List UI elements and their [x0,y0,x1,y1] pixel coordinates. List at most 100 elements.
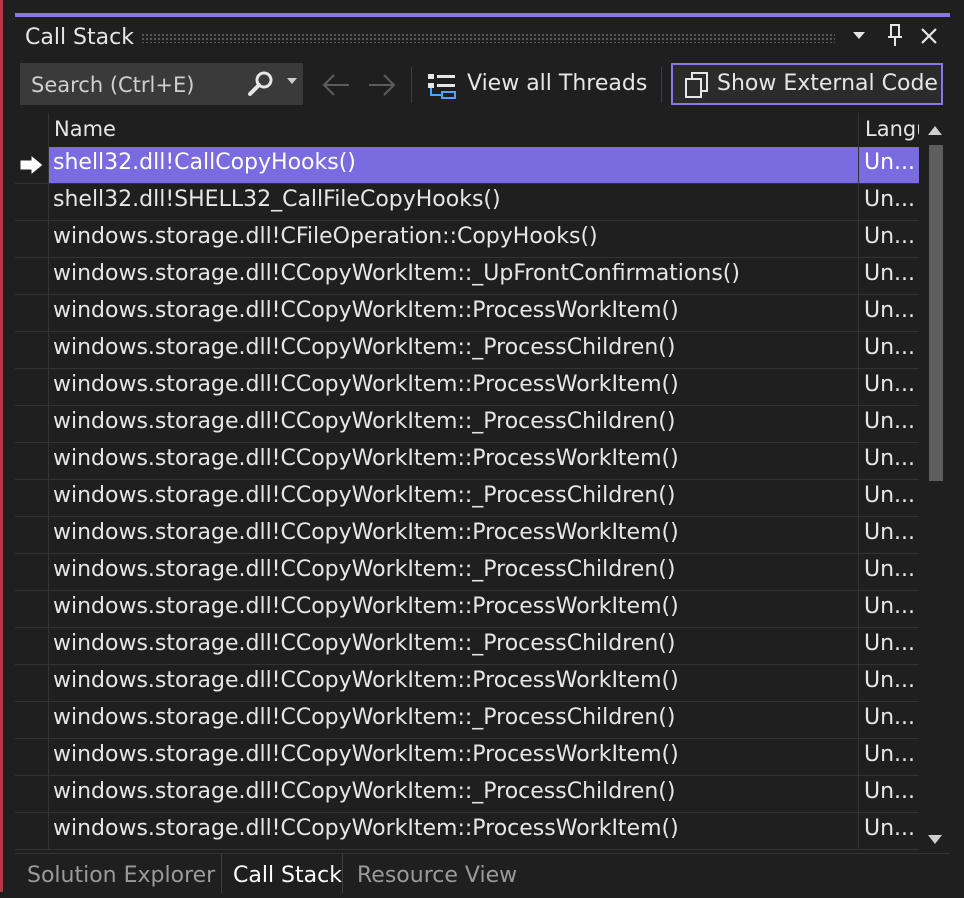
column-divider [858,665,859,701]
stack-frame-row[interactable]: shell32.dll!SHELL32_CallFileCopyHooks() U… [15,184,919,221]
frame-language: Un... [864,631,916,656]
call-stack-grid[interactable]: Name Langu shell32.dll!CallCopyHooks() Un… [15,113,950,853]
frame-name: windows.storage.dll!CCopyWorkItem::_Proc… [53,631,676,656]
column-divider [48,332,49,368]
pin-button[interactable] [881,21,909,51]
search-input[interactable] [29,64,243,106]
row-gutter [15,628,49,664]
column-divider [48,221,49,257]
back-arrow-icon[interactable] [321,71,351,103]
row-gutter [15,554,49,590]
column-divider [48,369,49,405]
stack-frame-row[interactable]: windows.storage.dll!CCopyWorkItem::_UpFr… [15,258,919,295]
column-divider [858,369,859,405]
stack-frame-row[interactable]: windows.storage.dll!CFileOperation::Copy… [15,221,919,258]
stack-frame-row[interactable]: windows.storage.dll!CCopyWorkItem::Proce… [15,591,919,628]
stack-frame-row[interactable]: windows.storage.dll!CCopyWorkItem::Proce… [15,665,919,702]
stack-frame-row[interactable]: windows.storage.dll!CCopyWorkItem::_Proc… [15,628,919,665]
show-external-code-button[interactable]: Show External Code [671,63,943,105]
frame-language: Un... [864,779,916,804]
column-divider [858,776,859,812]
column-divider [48,443,49,479]
row-gutter [15,406,49,442]
frame-name: windows.storage.dll!CCopyWorkItem::Proce… [53,446,679,471]
frame-name: shell32.dll!SHELL32_CallFileCopyHooks() [53,187,501,212]
stack-frame-row[interactable]: windows.storage.dll!CCopyWorkItem::Proce… [15,517,919,554]
view-all-threads-button[interactable]: View all Threads [421,63,653,105]
bottom-tab-strip: Solution Explorer Call Stack Resource Vi… [15,853,950,893]
stack-frame-row[interactable]: windows.storage.dll!CCopyWorkItem::_Proc… [15,406,919,443]
frame-language: Un... [864,705,916,730]
search-box[interactable] [20,63,303,106]
tab-call-stack[interactable]: Call Stack [223,854,343,893]
column-divider [858,295,859,331]
editor-edge [0,0,3,892]
column-divider [858,147,859,183]
stack-frame-row[interactable]: windows.storage.dll!CCopyWorkItem::_Proc… [15,332,919,369]
scroll-thumb[interactable] [929,145,943,481]
view-all-threads-label: View all Threads [467,71,648,96]
row-gutter [15,369,49,405]
frame-name: windows.storage.dll!CCopyWorkItem::_Proc… [53,335,676,360]
row-gutter [15,221,49,257]
stack-frame-row[interactable]: windows.storage.dll!CCopyWorkItem::Proce… [15,443,919,480]
stack-frame-row[interactable]: windows.storage.dll!CCopyWorkItem::Proce… [15,369,919,406]
column-header-name[interactable]: Name [54,117,116,141]
column-divider [858,591,859,627]
frame-language: Un... [864,150,916,175]
column-divider [48,406,49,442]
frame-language: Un... [864,594,916,619]
column-divider [48,776,49,812]
row-gutter [15,332,49,368]
close-icon [921,28,937,44]
column-header-row: Name Langu [15,113,919,148]
frame-name: windows.storage.dll!CCopyWorkItem::_Proc… [53,557,676,582]
drag-grip[interactable] [141,33,835,43]
column-divider[interactable] [858,113,859,147]
show-external-code-label: Show External Code [717,71,938,96]
frame-language: Un... [864,557,916,582]
row-gutter [15,665,49,701]
stack-frame-row[interactable]: windows.storage.dll!CCopyWorkItem::_Proc… [15,554,919,591]
forward-arrow-icon[interactable] [367,71,397,103]
chevron-down-icon [853,32,865,39]
stack-frame-row[interactable]: windows.storage.dll!CCopyWorkItem::Proce… [15,295,919,332]
frame-language: Un... [864,409,916,434]
tab-resource-view[interactable]: Resource View [347,854,537,893]
stack-frame-row[interactable]: windows.storage.dll!CCopyWorkItem::_Proc… [15,776,919,813]
column-divider [48,184,49,220]
column-divider [48,480,49,516]
close-button[interactable] [915,21,943,51]
column-divider [858,480,859,516]
stack-frame-row[interactable]: windows.storage.dll!CCopyWorkItem::Proce… [15,739,919,776]
scroll-up-arrow-icon[interactable] [927,121,943,140]
column-header-language[interactable]: Langu [865,117,919,141]
stack-frame-row[interactable]: windows.storage.dll!CCopyWorkItem::_Proc… [15,480,919,517]
row-gutter [15,443,49,479]
column-divider [48,665,49,701]
search-icon[interactable] [247,70,275,102]
window-menu-button[interactable] [845,21,873,51]
frame-language: Un... [864,298,916,323]
column-divider [858,443,859,479]
frame-language: Un... [864,335,916,360]
pin-icon [888,24,902,46]
stack-frame-row[interactable]: windows.storage.dll!CCopyWorkItem::_Proc… [15,702,919,739]
vertical-scrollbar[interactable] [920,113,950,853]
stack-frame-row[interactable]: windows.storage.dll!CCopyWorkItem::Proce… [15,813,919,850]
tab-solution-explorer[interactable]: Solution Explorer [17,854,222,893]
column-divider [48,591,49,627]
title-bar[interactable]: Call Stack [15,17,950,57]
column-divider [48,295,49,331]
window-title: Call Stack [25,25,134,50]
frame-language: Un... [864,483,916,508]
frame-name: windows.storage.dll!CCopyWorkItem::Proce… [53,668,679,693]
search-options-chevron-icon[interactable] [287,74,297,88]
frame-language: Un... [864,816,916,841]
frame-name: windows.storage.dll!CFileOperation::Copy… [53,224,598,249]
scroll-down-arrow-icon[interactable] [927,831,943,850]
stack-frame-row[interactable]: shell32.dll!CallCopyHooks() Un... [15,147,919,184]
frame-name: windows.storage.dll!CCopyWorkItem::_Proc… [53,409,676,434]
call-stack-window: Call Stack Search (Ctrl+E) View all Thre… [15,0,950,893]
column-divider [858,221,859,257]
